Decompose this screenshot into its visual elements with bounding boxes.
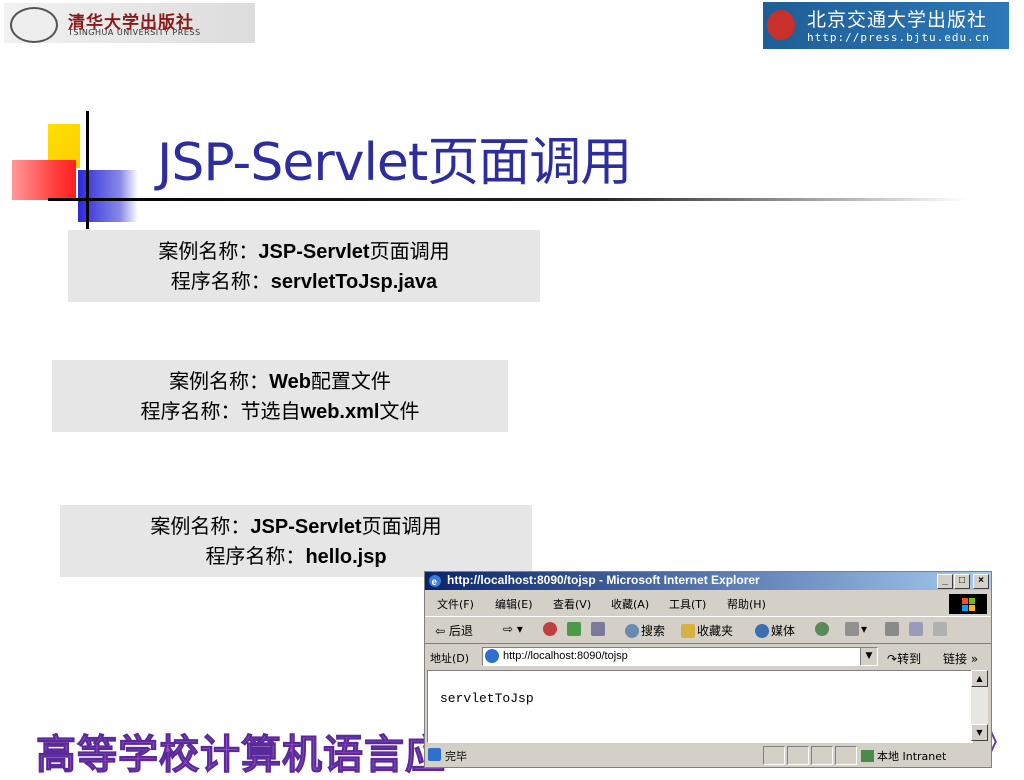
menu-favorites[interactable]: 收藏(A) — [611, 596, 649, 612]
case-box-3-line1: 案例名称：JSP-Servlet页面调用 — [150, 514, 442, 538]
search-button[interactable]: 搜索 — [625, 622, 665, 639]
title-deco-red-square — [12, 160, 76, 200]
address-bar: 地址(D) http://localhost:8090/tojsp ▼ ↷转到 … — [425, 644, 991, 668]
forward-button[interactable]: ⇨ ▾ — [503, 622, 523, 636]
case-box-2-line1: 案例名称：Web配置文件 — [169, 369, 391, 393]
status-cell — [763, 746, 785, 765]
menu-help[interactable]: 帮助(H) — [727, 596, 766, 612]
page-content-area[interactable]: servletToJsp — [427, 670, 973, 743]
page-done-icon — [428, 748, 441, 761]
address-dropdown-button[interactable]: ▼ — [860, 648, 877, 665]
case-box-2-line2: 程序名称：节选自web.xml文件 — [140, 399, 420, 423]
windows-flag-icon — [949, 594, 987, 614]
print-button[interactable] — [885, 622, 901, 636]
status-bar: 完毕 本地 Intranet — [425, 744, 991, 766]
menu-edit[interactable]: 编辑(E) — [495, 596, 533, 612]
browser-title-text: http://localhost:8090/tojsp - Microsoft … — [447, 573, 760, 587]
history-button[interactable] — [815, 622, 831, 636]
bjtu-press-logo: 北京交通大学出版社 http://press.bjtu.edu.cn — [763, 2, 1009, 49]
refresh-button[interactable] — [567, 622, 583, 636]
mail-icon — [845, 622, 859, 636]
bjtu-emblem-icon — [767, 10, 795, 40]
print-icon — [885, 622, 899, 636]
case-box-3: 案例名称：JSP-Servlet页面调用 程序名称：hello.jsp — [60, 505, 532, 577]
home-button[interactable] — [591, 622, 607, 636]
search-icon — [625, 624, 639, 638]
security-zone: 本地 Intranet — [861, 748, 946, 764]
address-input[interactable]: http://localhost:8090/tojsp ▼ — [482, 647, 878, 666]
edit-button[interactable] — [909, 622, 925, 636]
tsinghua-seal-icon — [10, 7, 58, 43]
bjtu-logo-url: http://press.bjtu.edu.cn — [807, 31, 990, 44]
back-button[interactable]: ⇦ 后退 — [435, 622, 473, 639]
tsinghua-press-logo: 清华大学出版社 TSINGHUA UNIVERSITY PRESS — [4, 3, 255, 43]
address-label: 地址(D) — [430, 652, 470, 665]
case-box-1-line1: 案例名称：JSP-Servlet页面调用 — [158, 239, 450, 263]
edit-icon — [909, 622, 923, 636]
discuss-icon — [933, 622, 947, 636]
minimize-button[interactable]: _ — [937, 574, 953, 589]
status-cell — [835, 746, 857, 765]
standard-toolbar: ⇦ 后退 ⇨ ▾ 搜索 收藏夹 媒体 ▾ — [425, 616, 991, 644]
menu-bar: 文件(F) 编辑(E) 查看(V) 收藏(A) 工具(T) 帮助(H) — [425, 591, 991, 615]
mail-button[interactable]: ▾ — [845, 622, 867, 636]
maximize-button[interactable]: □ — [954, 574, 970, 589]
menu-tools[interactable]: 工具(T) — [669, 596, 706, 612]
title-underline — [48, 198, 968, 201]
media-button[interactable]: 媒体 — [755, 622, 795, 639]
page-icon — [485, 649, 499, 663]
address-value[interactable]: http://localhost:8090/tojsp — [503, 650, 628, 662]
close-button[interactable]: × — [973, 574, 989, 589]
title-deco-vertical-line — [86, 111, 89, 229]
status-cell — [787, 746, 809, 765]
intranet-icon — [861, 750, 874, 762]
vertical-scrollbar[interactable]: ▲ ▼ — [971, 670, 988, 741]
page-content-text: servletToJsp — [440, 691, 534, 706]
case-box-2: 案例名称：Web配置文件 程序名称：节选自web.xml文件 — [52, 360, 508, 432]
ie-logo-icon: e — [429, 575, 441, 588]
bjtu-logo-text: 北京交通大学出版社 — [807, 9, 988, 31]
tsinghua-logo-english: TSINGHUA UNIVERSITY PRESS — [68, 28, 201, 37]
scroll-down-button[interactable]: ▼ — [971, 724, 988, 741]
discuss-button[interactable] — [933, 622, 949, 636]
menu-file[interactable]: 文件(F) — [437, 596, 474, 612]
stop-button[interactable] — [543, 622, 559, 636]
media-icon — [755, 624, 769, 638]
stop-icon — [543, 622, 557, 636]
history-icon — [815, 622, 829, 636]
browser-titlebar[interactable]: e http://localhost:8090/tojsp - Microsof… — [425, 572, 991, 590]
refresh-icon — [567, 622, 581, 636]
favorites-button[interactable]: 收藏夹 — [681, 622, 733, 639]
footer-series-title: 高等学校计算机语言应 — [36, 731, 446, 779]
case-box-1-line2: 程序名称：servletToJsp.java — [170, 269, 438, 293]
case-box-1: 案例名称：JSP-Servlet页面调用 程序名称：servletToJsp.j… — [68, 230, 540, 302]
home-icon — [591, 622, 605, 636]
slide-title: JSP-Servlet页面调用 — [157, 133, 632, 193]
links-button[interactable]: 链接 » — [943, 650, 978, 667]
svg-text:e: e — [432, 577, 438, 588]
menu-view[interactable]: 查看(V) — [553, 596, 591, 612]
ie-browser-window: e http://localhost:8090/tojsp - Microsof… — [424, 571, 992, 768]
status-text: 完毕 — [445, 750, 467, 763]
go-button[interactable]: ↷转到 — [887, 650, 921, 667]
status-cell — [811, 746, 833, 765]
case-box-3-line2: 程序名称：hello.jsp — [205, 544, 387, 568]
favorites-icon — [681, 624, 695, 638]
scroll-up-button[interactable]: ▲ — [971, 670, 988, 687]
